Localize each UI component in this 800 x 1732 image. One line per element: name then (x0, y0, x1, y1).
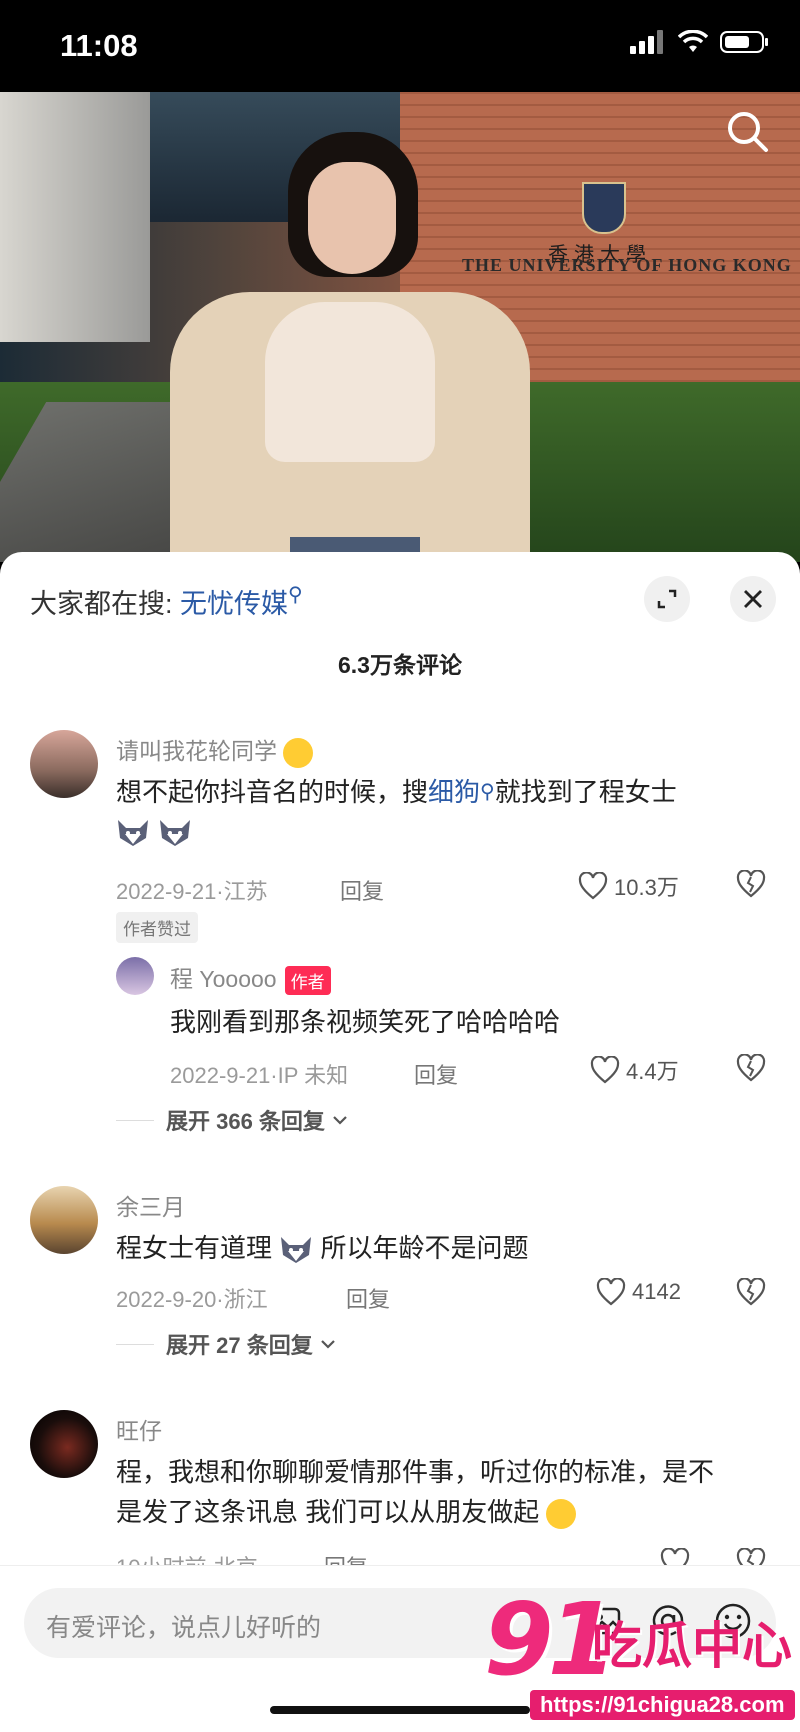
like-count: 10.3万 (614, 875, 679, 900)
expand-replies-label: 展开 366 条回复 (166, 1109, 325, 1134)
watermark-url: https://91chigua28.com (530, 1690, 795, 1720)
reply-button[interactable]: 回复 (414, 1058, 458, 1090)
smile-emoji-icon (283, 737, 314, 768)
like-button[interactable]: 4142 (596, 1278, 681, 1306)
author-liked-badge: 作者赞过 (116, 912, 198, 943)
reply-text: 我刚看到那条视频笑死了哈哈哈哈 (170, 1007, 561, 1037)
trending-search-term[interactable]: 无忧传媒 (180, 589, 288, 619)
fox-emoji-icon (118, 820, 148, 846)
signal-icon (630, 30, 663, 54)
avatar[interactable] (116, 957, 154, 995)
fox-emoji-icon (160, 820, 190, 846)
fox-emoji-icon (281, 1237, 312, 1264)
university-crest-icon (582, 182, 626, 234)
trending-search-prefix: 大家都在搜: (30, 589, 173, 619)
comment-panel: 大家都在搜: 无忧传媒⚲ 6.3万条评论 请叫我花轮同学 想不起你抖音名的时候，… (0, 552, 800, 1731)
chevron-down-icon (333, 1116, 347, 1125)
avatar[interactable] (30, 1410, 98, 1478)
dislike-icon[interactable] (736, 870, 766, 898)
comment-username-text: 请叫我花轮同学 (116, 738, 277, 764)
watermark-logo: 91 吃瓜中心 https://91chigua28.com (484, 1590, 800, 1731)
search-icon[interactable] (726, 110, 770, 159)
comment-text: 程女士有道理 所以年龄不是问题 (116, 1228, 529, 1268)
chevron-down-icon (320, 1340, 335, 1349)
comment-date-location: 2022-9-21·江苏 (116, 879, 268, 904)
comment-input-placeholder: 有爱评论，说点儿好听的 (46, 1614, 322, 1642)
reply-username-text: 程 Yooooo (170, 966, 277, 992)
divider (116, 1119, 154, 1121)
status-bar: 11:08 (0, 0, 800, 92)
search-small-icon: ⚲ (480, 781, 495, 803)
expand-replies-button[interactable]: 展开 27 条回复 (116, 1328, 337, 1360)
avatar[interactable] (30, 1186, 98, 1254)
close-icon (744, 590, 762, 608)
like-button[interactable]: 10.3万 (578, 870, 679, 902)
close-button[interactable] (730, 576, 776, 622)
reply-button[interactable]: 回复 (346, 1282, 390, 1314)
wifi-icon (678, 30, 708, 52)
heart-icon (578, 872, 608, 900)
expand-icon (657, 589, 677, 609)
comment-username[interactable]: 旺仔 (116, 1412, 162, 1446)
comment-username[interactable]: 余三月 (116, 1188, 185, 1222)
battery-icon (720, 31, 768, 53)
video-player[interactable]: 香港大學 THE UNIVERSITY OF HONG KONG (0, 92, 800, 562)
author-badge: 作者 (284, 966, 331, 996)
watermark-text: 吃瓜中心 (592, 1618, 792, 1674)
comment-search-link[interactable]: 细狗 (428, 777, 480, 807)
comment-text: 想不起你抖音名的时候，搜细狗⚲就找到了程女士 (116, 777, 677, 807)
video-building (0, 92, 150, 342)
status-icons (630, 30, 770, 54)
status-time: 11:08 (60, 28, 138, 63)
reply-date-location: 2022-9-21·IP 未知 (170, 1063, 349, 1088)
comment-username[interactable]: 请叫我花轮同学 (116, 732, 314, 768)
search-small-icon: ⚲ (288, 584, 303, 606)
avatar[interactable] (30, 730, 98, 798)
expand-replies-button[interactable]: 展开 366 条回复 (116, 1104, 349, 1136)
like-button[interactable]: 4.4万 (590, 1054, 679, 1086)
like-count: 4142 (632, 1279, 681, 1304)
expand-replies-label: 展开 27 条回复 (166, 1333, 313, 1358)
dislike-icon[interactable] (736, 1278, 766, 1306)
fox-emoji-row (116, 818, 192, 848)
heart-icon (590, 1056, 620, 1084)
expand-button[interactable] (644, 576, 690, 622)
smile-emoji-icon (546, 1499, 577, 1530)
heart-icon (596, 1278, 626, 1306)
comment-count: 6.3万条评论 (338, 652, 462, 678)
divider (116, 1343, 154, 1345)
trending-search[interactable]: 大家都在搜: 无忧传媒⚲ (30, 582, 303, 621)
like-count: 4.4万 (626, 1059, 679, 1084)
video-person (130, 132, 560, 562)
dislike-icon[interactable] (736, 1054, 766, 1082)
reply-username[interactable]: 程 Yooooo 作者 (170, 960, 331, 996)
comment-date-location: 2022-9-20·浙江 (116, 1287, 268, 1312)
reply-button[interactable]: 回复 (340, 874, 384, 906)
comment-text: 程，我想和你聊聊爱情那件事，听过你的标准，是不 是发了这条讯息 我们可以从朋友做… (116, 1452, 786, 1532)
